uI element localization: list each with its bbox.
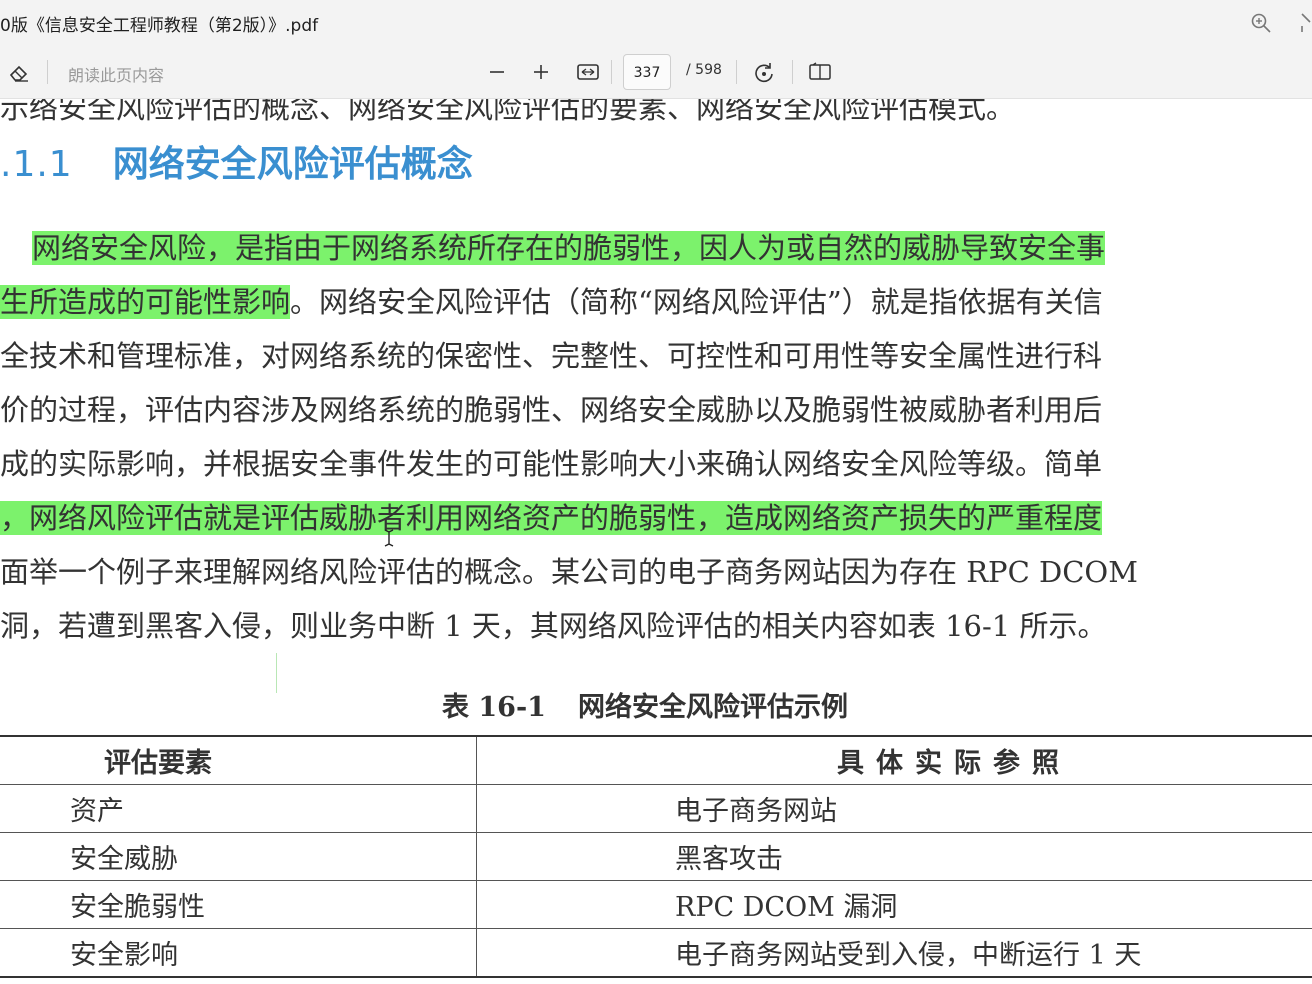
toolbar-divider (792, 60, 793, 84)
toolbar-divider (736, 60, 737, 84)
text-line: 全技术和管理标准，对网络系统的保密性、完整性、可控性和可用性等安全属性进行科 (0, 339, 1103, 373)
table-caption-text: 网络安全风险评估示例 (577, 692, 848, 723)
toolbar-divider (611, 60, 612, 84)
toolbar-divider (47, 60, 48, 84)
table-header-cell: 评估要素 (0, 736, 477, 785)
pdf-page-view[interactable]: 示络安全风险评估的概念、网络安全风险评估的要素、网络安全风险评估模式。 .1.1… (0, 99, 1312, 984)
table-row: 资产 电子商务网站 (0, 784, 1312, 833)
text-line: 价的过程，评估内容涉及网络系统的脆弱性、网络安全威胁以及脆弱性被威胁者利用后 (0, 393, 1103, 427)
table-cell: 黑客攻击 (675, 844, 783, 875)
title-bar: 0版《信息安全工程师教程（第2版）》.pdf (0, 0, 1312, 46)
table-caption: 表 16-1 网络安全风险评估示例 (442, 685, 848, 724)
highlighted-text: 网络安全风险，是指由于网络系统所存在的脆弱性，因人为或自然的威胁导致安全事 (32, 231, 1106, 265)
text-line: 面举一个例子来理解网络风险评估的概念。某公司的电子商务网站因为存在 RPC DC… (0, 555, 1138, 589)
eraser-icon[interactable] (8, 62, 30, 84)
table-cell: 资产 (0, 784, 477, 833)
highlighted-text: 生所造成的可能性影响 (0, 285, 291, 319)
table-row: 安全影响 电子商务网站受到入侵，中断运行 1 天 (0, 928, 1312, 977)
collapse-icon[interactable] (1298, 12, 1312, 34)
text-line: ，网络风险评估就是评估威胁者利用网络资产的脆弱性，造成网络资产损失的严重程度 (0, 491, 1312, 545)
section-title: 网络安全风险评估概念 (112, 144, 473, 185)
table-caption-number: 表 16-1 (442, 692, 546, 723)
text-line: 生所造成的可能性影响。网络安全风险评估（简称“网络风险评估”）就是指依据有关信 (0, 275, 1312, 329)
search-icon[interactable] (1250, 12, 1272, 34)
pdf-toolbar: 朗读此页内容 337 / 598 (0, 46, 1312, 99)
read-aloud-button[interactable]: 朗读此页内容 (68, 62, 164, 86)
table-cell: 安全脆弱性 (0, 880, 477, 929)
highlighted-text: ，网络风险评估就是评估威胁者利用网络资产的脆弱性，造成网络资产损失的严重程度 (0, 501, 1103, 535)
table-cell: 电子商务网站 (675, 796, 837, 827)
partial-text-line: 示络安全风险评估的概念、网络安全风险评估的要素、网络安全风险评估模式。 (0, 99, 1016, 125)
table-row: 安全脆弱性 RPC DCOM 漏洞 (0, 880, 1312, 929)
page-view-icon[interactable] (808, 62, 832, 82)
table-cell: 安全威胁 (0, 832, 477, 881)
annotation-marker (276, 653, 277, 693)
table-header-row: 评估要素 具体实际参照 (0, 736, 1312, 785)
table-cell: 电子商务网站受到入侵，中断运行 1 天 (675, 940, 1142, 971)
table-header-cell: 具体实际参照 (837, 748, 1071, 779)
text-span: 。网络安全风险评估（简称“网络风险评估”）就是指依据有关信 (290, 285, 1103, 319)
text-line: 成的实际影响，并根据安全事件发生的可能性影响大小来确认网络安全风险等级。简单 (0, 447, 1103, 481)
table-cell: 安全影响 (0, 928, 477, 977)
text-cursor-icon (384, 529, 394, 547)
page-total: / 598 (686, 62, 722, 78)
table-cell: RPC DCOM 漏洞 (675, 892, 898, 923)
zoom-out-icon[interactable] (487, 62, 507, 82)
page-number-input[interactable]: 337 (623, 54, 671, 90)
rotate-icon[interactable] (752, 61, 776, 85)
zoom-in-icon[interactable] (531, 62, 551, 82)
section-number: .1.1 (0, 144, 73, 185)
body-paragraph: 网络安全风险，是指由于网络系统所存在的脆弱性，因人为或自然的威胁导致安全事 生所… (0, 221, 1312, 653)
fit-width-icon[interactable] (576, 61, 600, 83)
text-line: 洞，若遭到黑客入侵，则业务中断 1 天，其网络风险评估的相关内容如表 16-1 … (0, 609, 1107, 643)
text-line: 网络安全风险，是指由于网络系统所存在的脆弱性，因人为或自然的威胁导致安全事 (0, 221, 1312, 275)
table-row: 安全威胁 黑客攻击 (0, 832, 1312, 881)
section-heading: .1.1 网络安全风险评估概念 (0, 135, 473, 187)
risk-assessment-table: 评估要素 具体实际参照 资产 电子商务网站 安全威胁 黑客攻击 安全脆弱性 RP… (0, 735, 1312, 978)
window-title: 0版《信息安全工程师教程（第2版）》.pdf (0, 16, 319, 36)
